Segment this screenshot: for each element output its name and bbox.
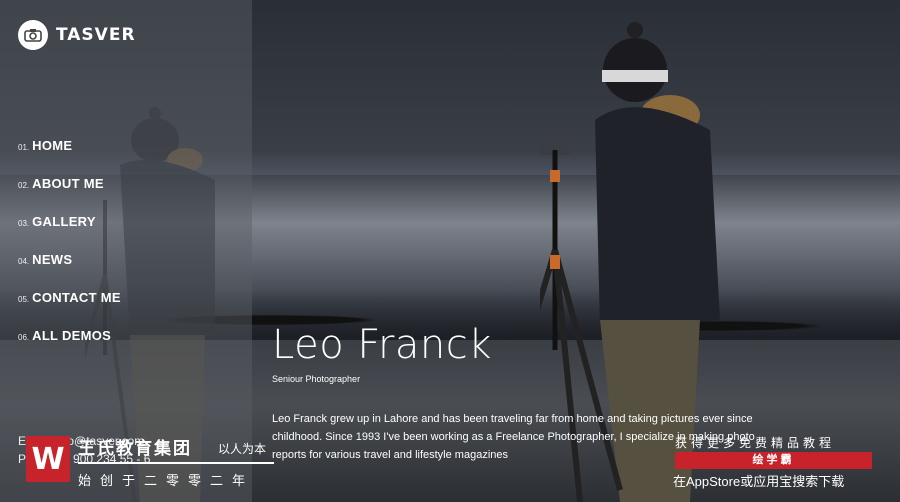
hero-subtitle: Seniour Photographer xyxy=(272,374,361,384)
menu-item-number: 06. xyxy=(18,333,30,342)
menu-item-label: GALLERY xyxy=(32,214,96,229)
watermark-right-line3: 在AppStore或应用宝搜索下载 xyxy=(673,474,845,489)
menu-item-number: 01. xyxy=(18,143,30,152)
brand-logo[interactable]: TASVER xyxy=(18,20,136,50)
menu-item-label: NEWS xyxy=(32,252,73,267)
watermark-name: 王氏教育集团 xyxy=(78,439,192,458)
menu-item-label: ALL DEMOS xyxy=(32,328,112,343)
menu-item-gallery[interactable]: 03. GALLERY xyxy=(18,214,121,252)
watermark-logo: W xyxy=(26,436,70,482)
watermark-divider xyxy=(78,462,274,464)
menu-item-news[interactable]: 04. NEWS xyxy=(18,252,121,290)
menu-item-number: 02. xyxy=(18,181,30,190)
menu-item-all-demos[interactable]: 06. ALL DEMOS xyxy=(18,328,121,366)
watermark-right-line1: 获得更多免费精品教程 xyxy=(675,436,836,450)
watermark-since: 始创于二零零二年 xyxy=(78,473,255,488)
menu-item-contact-me[interactable]: 05. CONTACT ME xyxy=(18,290,121,328)
menu-item-about-me[interactable]: 02. ABOUT ME xyxy=(18,176,121,214)
menu-item-label: CONTACT ME xyxy=(32,290,121,305)
brand-name: TASVER xyxy=(56,25,136,45)
menu-item-label: ABOUT ME xyxy=(32,176,104,191)
menu-item-label: HOME xyxy=(32,138,73,153)
main-menu: 01. HOME 02. ABOUT ME 03. GALLERY 04. NE… xyxy=(18,138,121,366)
menu-item-number: 04. xyxy=(18,257,30,266)
hero-title: Leo Franck xyxy=(272,322,492,368)
menu-item-number: 03. xyxy=(18,219,30,228)
menu-item-number: 05. xyxy=(18,295,30,304)
watermark-slogan: 以人为本 xyxy=(218,442,267,456)
camera-icon xyxy=(18,20,48,50)
sidebar: TASVER 01. HOME 02. ABOUT ME 03. GALLERY… xyxy=(0,0,252,502)
menu-item-home[interactable]: 01. HOME xyxy=(18,138,121,176)
watermark-right-badge: 绘学霸 xyxy=(675,452,872,469)
